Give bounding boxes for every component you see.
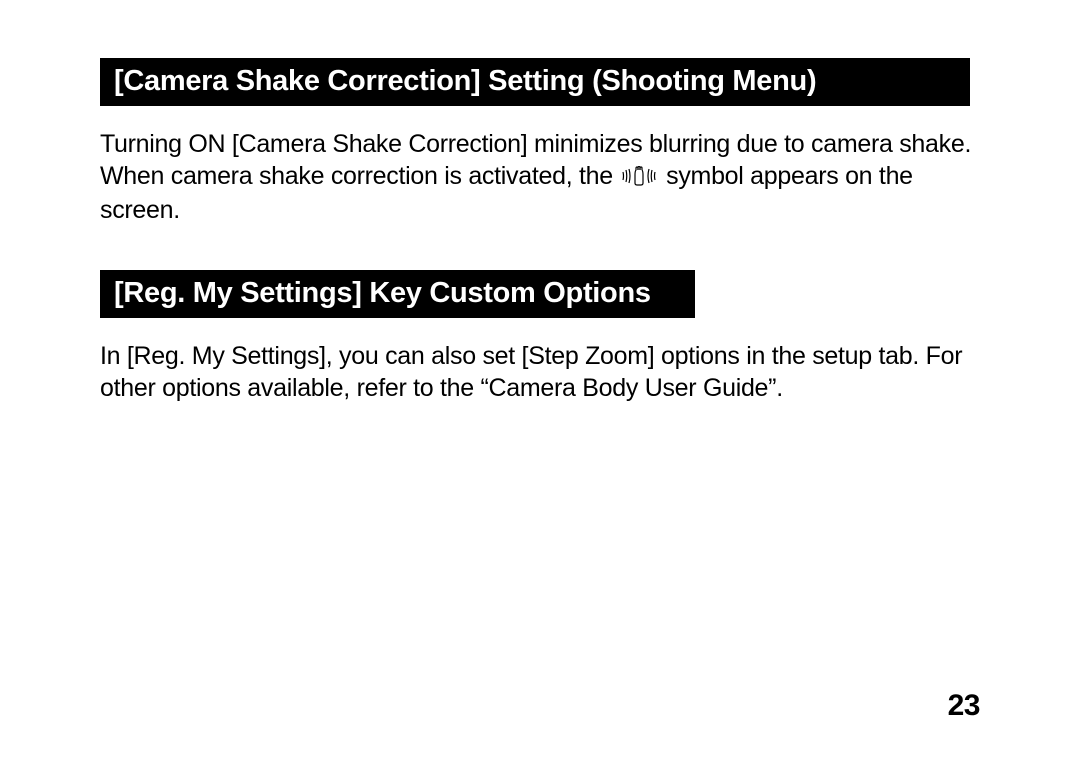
section-heading-camera-shake: [Camera Shake Correction] Setting (Shoot… <box>100 58 970 106</box>
section-heading-reg-my-settings: [Reg. My Settings] Key Custom Options <box>100 270 695 318</box>
body-paragraph-2a: When camera shake correction is activate… <box>100 162 619 190</box>
body-paragraph-1: Turning ON [Camera Shake Correction] min… <box>100 128 980 160</box>
page-number: 23 <box>948 689 980 723</box>
body-paragraph-2: When camera shake correction is activate… <box>100 160 980 226</box>
body-paragraph-3: In [Reg. My Settings], you can also set … <box>100 340 980 404</box>
camera-shake-icon <box>621 162 657 194</box>
